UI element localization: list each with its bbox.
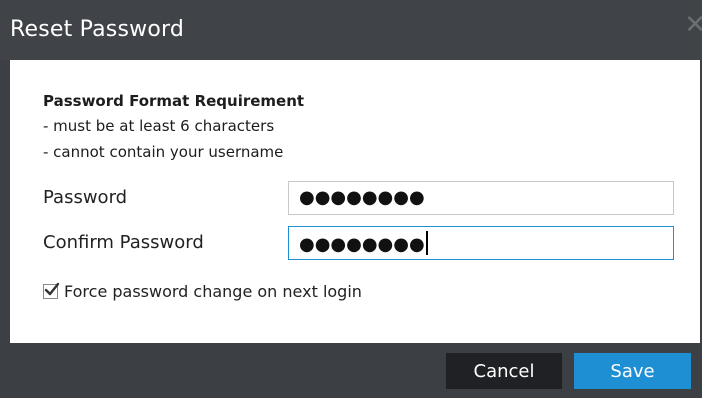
dialog-titlebar: Reset Password ✕ [0,0,702,60]
password-field-value: ●●●●●●●● [299,187,425,208]
confirm-password-field-value: ●●●●●●●● [299,234,425,255]
password-field[interactable]: ●●●●●●●● [288,181,674,215]
cancel-button[interactable]: Cancel [446,353,562,389]
confirm-password-label: Confirm Password [43,232,204,253]
checkmark-icon [44,282,60,295]
save-button[interactable]: Save [574,353,691,389]
force-change-checkbox-row[interactable]: Force password change on next login [43,280,362,302]
password-label: Password [43,187,128,208]
dialog-title: Reset Password [10,17,185,42]
force-change-checkbox[interactable] [43,282,60,299]
requirement-line: - cannot contain your username [43,143,284,161]
close-icon[interactable]: ✕ [684,12,702,38]
dialog-body: Password Format Requirement - must be at… [10,60,700,343]
force-change-label: Force password change on next login [64,281,362,301]
text-caret [425,231,428,255]
requirements-heading: Password Format Requirement [43,92,305,110]
reset-password-dialog: Reset Password ✕ Password Format Require… [0,0,702,398]
dialog-footer: Cancel Save [0,343,702,398]
requirement-line: - must be at least 6 characters [43,117,275,135]
confirm-password-field[interactable]: ●●●●●●●● [288,226,674,260]
